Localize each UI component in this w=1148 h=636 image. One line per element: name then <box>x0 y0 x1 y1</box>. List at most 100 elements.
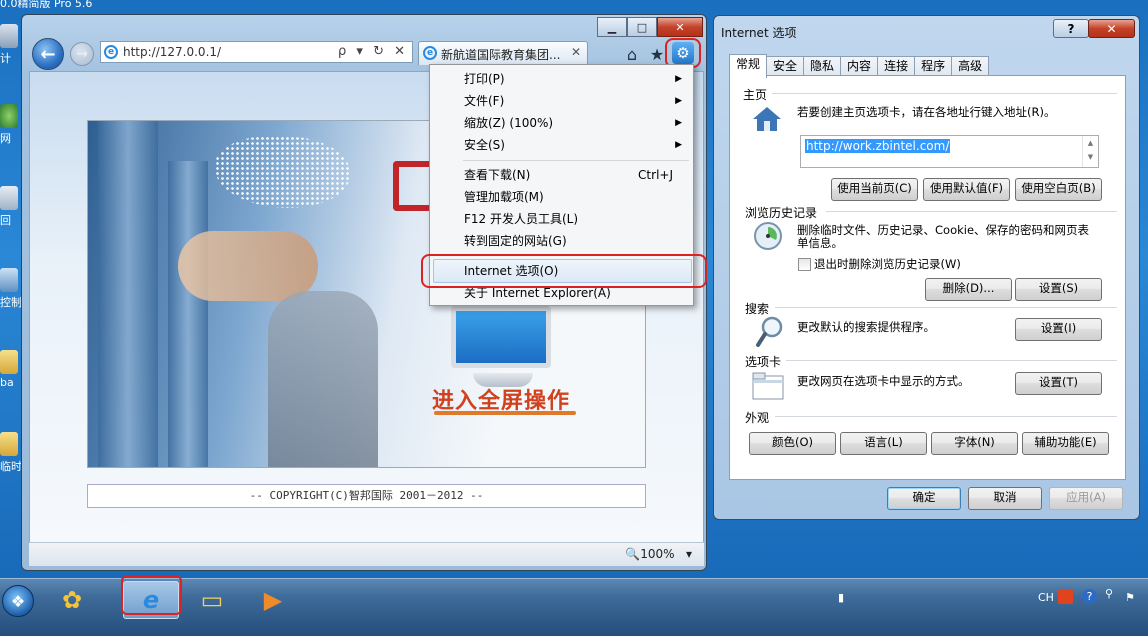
desktop-icon-network[interactable]: 网 <box>0 104 22 146</box>
favorites-star-icon[interactable]: ★ <box>647 44 667 64</box>
folder-icon <box>0 432 18 456</box>
building-graphic <box>168 161 208 467</box>
address-bar[interactable]: e http://127.0.0.1/ ρ ▾ ↻ ✕ <box>100 41 413 63</box>
menu-item-print[interactable]: 打印(P) ▶ <box>433 68 690 90</box>
browser-tab[interactable]: e 新航道国际教育集团... ✕ <box>418 41 588 65</box>
tab-advanced[interactable]: 高级 <box>951 56 990 77</box>
gear-icon[interactable]: ⚙ <box>672 42 694 64</box>
forward-button[interactable]: → <box>70 42 94 66</box>
languages-button[interactable]: 语言(L) <box>840 432 927 455</box>
zoom-level: 100% <box>640 547 675 561</box>
ok-button[interactable]: 确定 <box>887 487 961 510</box>
home-url-textarea[interactable]: http://work.zbintel.com/ ▲ ▼ <box>800 135 1099 168</box>
back-button[interactable]: ← <box>32 38 64 70</box>
tab-connections[interactable]: 连接 <box>877 56 916 77</box>
tab-general[interactable]: 常规 <box>729 54 768 78</box>
tabs-window-icon <box>752 372 784 400</box>
taskbar-app-360[interactable]: ✿ <box>44 581 100 619</box>
history-group-title: 浏览历史记录 <box>745 206 818 220</box>
submenu-arrow-icon: ▶ <box>675 118 682 128</box>
menu-item-devtools[interactable]: F12 开发人员工具(L) <box>433 208 690 230</box>
tab-security[interactable]: 安全 <box>766 56 805 77</box>
menu-separator <box>463 160 689 161</box>
group-divider <box>775 416 1117 417</box>
history-description: 删除临时文件、历史记录、Cookie、保存的密码和网页表单信息。 <box>797 223 1090 250</box>
control-panel-icon <box>0 268 18 292</box>
tab-content[interactable]: 内容 <box>840 56 879 77</box>
group-divider <box>826 211 1117 212</box>
tabs-group-title: 选项卡 <box>745 355 782 369</box>
cancel-button[interactable]: 取消 <box>968 487 1042 510</box>
person-graphic <box>268 291 378 467</box>
forward-arrow-icon: → <box>76 46 88 62</box>
taskbar-app-media[interactable]: ▶ <box>245 581 301 619</box>
menu-item-pinned-sites[interactable]: 转到固定的网站(G) <box>433 230 690 252</box>
desktop-icon-recycle[interactable]: 回 <box>0 186 22 228</box>
zoom-control[interactable]: 🔍100% ▾ <box>625 547 692 561</box>
help-button[interactable]: ? <box>1053 19 1089 38</box>
taskbar-app-explorer[interactable]: ▭ <box>184 581 240 619</box>
group-divider <box>772 93 1117 94</box>
search-settings-button[interactable]: 设置(I) <box>1015 318 1102 341</box>
colors-button[interactable]: 颜色(O) <box>749 432 836 455</box>
ie-page-icon: e <box>104 45 118 59</box>
maximize-button[interactable]: □ <box>627 17 657 37</box>
dialog-title: Internet 选项 <box>721 26 797 40</box>
delete-on-exit-checkbox[interactable] <box>798 258 811 271</box>
menu-item-safety[interactable]: 安全(S) ▶ <box>433 134 690 156</box>
use-current-button[interactable]: 使用当前页(C) <box>831 178 918 201</box>
tabs-settings-button[interactable]: 设置(T) <box>1015 372 1102 395</box>
desktop-icon-control[interactable]: 控制 <box>0 268 22 310</box>
battery-icon[interactable]: ▮ <box>838 591 844 604</box>
general-panel: 主页 若要创建主页选项卡，请在各地址行键入地址(R)。 http://work.… <box>729 75 1126 480</box>
accessibility-button[interactable]: 辅助功能(E) <box>1022 432 1109 455</box>
home-icon[interactable]: ⌂ <box>622 44 642 64</box>
desktop-icon-computer[interactable]: 计 <box>0 24 22 66</box>
scrollbar[interactable]: ▲ ▼ <box>1082 136 1098 167</box>
submenu-arrow-icon: ▶ <box>675 96 682 106</box>
desktop-icon-label: 网 <box>0 132 11 145</box>
desktop-icon-folder-ba[interactable]: ba <box>0 350 22 389</box>
menu-item-zoom[interactable]: 缩放(Z) (100%) ▶ <box>433 112 690 134</box>
address-text[interactable]: http://127.0.0.1/ <box>123 45 221 59</box>
use-default-button[interactable]: 使用默认值(F) <box>923 178 1010 201</box>
tabs-description: 更改网页在选项卡中显示的方式。 <box>797 374 970 388</box>
minimize-button[interactable]: ▁ <box>597 17 627 37</box>
dialog-close-button[interactable]: ✕ <box>1088 19 1135 38</box>
home-group-title: 主页 <box>743 88 768 102</box>
address-tools[interactable]: ρ ▾ ↻ ✕ <box>338 44 408 59</box>
world-map-graphic <box>215 136 350 208</box>
fullscreen-underline <box>434 411 576 415</box>
tray-flag-icon[interactable]: ⚑ <box>1125 591 1135 604</box>
submenu-arrow-icon: ▶ <box>675 74 682 84</box>
tab-privacy[interactable]: 隐私 <box>803 56 842 77</box>
ie-taskbar-highlight-ring <box>121 575 182 615</box>
menu-item-downloads[interactable]: 查看下载(N) Ctrl+J <box>433 164 690 186</box>
tab-close-icon[interactable]: ✕ <box>571 45 581 59</box>
group-divider <box>775 307 1117 308</box>
desktop-icon-label: 计 <box>0 52 11 65</box>
folder-icon <box>0 350 18 374</box>
play-icon: ▶ <box>263 586 283 614</box>
ie-tab-icon: e <box>423 46 437 60</box>
apply-button[interactable]: 应用(A) <box>1049 487 1123 510</box>
input-method-icon[interactable] <box>1058 589 1073 604</box>
start-button[interactable]: ❖ <box>2 585 34 617</box>
tab-programs[interactable]: 程序 <box>914 56 953 77</box>
delete-on-exit-label[interactable]: 退出时删除浏览历史记录(W) <box>814 258 961 271</box>
menu-item-file[interactable]: 文件(F) ▶ <box>433 90 690 112</box>
tray-pin-icon[interactable]: ⚲ <box>1105 587 1113 600</box>
desktop-icon-folder-temp[interactable]: 临时 <box>0 432 22 474</box>
use-blank-button[interactable]: 使用空白页(B) <box>1015 178 1102 201</box>
back-arrow-icon: ← <box>40 43 56 65</box>
search-group-title: 搜索 <box>745 302 770 316</box>
language-indicator[interactable]: CH <box>1038 591 1054 604</box>
monitor-icon[interactable] <box>451 306 551 368</box>
history-settings-button[interactable]: 设置(S) <box>1015 278 1102 301</box>
fonts-button[interactable]: 字体(N) <box>931 432 1018 455</box>
close-button[interactable]: ✕ <box>657 17 703 37</box>
menu-item-addons[interactable]: 管理加载项(M) <box>433 186 690 208</box>
delete-history-button[interactable]: 删除(D)... <box>925 278 1012 301</box>
dialog-tabs: 常规 安全 隐私 内容 连接 程序 高级 <box>729 54 990 78</box>
help-circle-icon[interactable]: ? <box>1082 589 1097 604</box>
